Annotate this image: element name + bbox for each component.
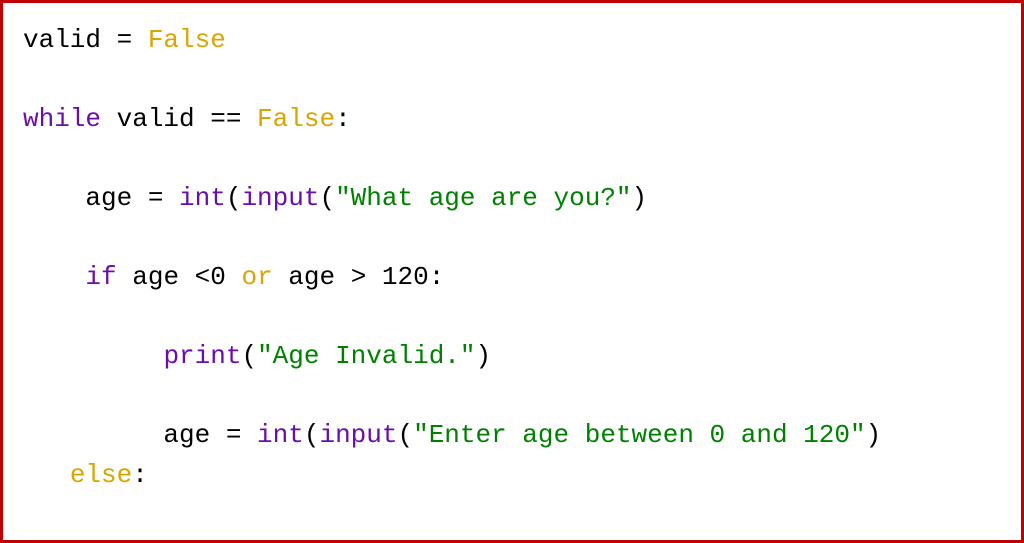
string-literal: "Age Invalid." [257, 341, 475, 371]
keyword-or: or [241, 262, 272, 292]
string-literal: "Enter age between 0 and 120" [413, 420, 865, 450]
fn-input: input [319, 420, 397, 450]
code-line: age = int(input("Enter age between 0 and… [23, 420, 881, 450]
keyword-false: False [257, 104, 335, 134]
keyword-true: True [210, 539, 272, 543]
code-line: age = int(input("What age are you?") [23, 183, 647, 213]
code-line: valid = False [23, 25, 226, 55]
fn-input: input [241, 183, 319, 213]
keyword-if: if [85, 262, 116, 292]
code-line: else: [23, 460, 148, 490]
fn-int: int [179, 183, 226, 213]
fn-int: int [257, 420, 304, 450]
code-block: valid = False while valid == False: age … [0, 0, 1024, 543]
code-line: if age <0 or age > 120: [23, 262, 444, 292]
code-line: while valid == False: [23, 104, 351, 134]
fn-print: print [163, 341, 241, 371]
string-literal: "What age are you?" [335, 183, 631, 213]
keyword-while: while [23, 104, 101, 134]
keyword-else: else [70, 460, 132, 490]
keyword-false: False [148, 25, 226, 55]
code-line: valid = True [23, 539, 273, 543]
code-line: print("Age Invalid.") [23, 341, 491, 371]
